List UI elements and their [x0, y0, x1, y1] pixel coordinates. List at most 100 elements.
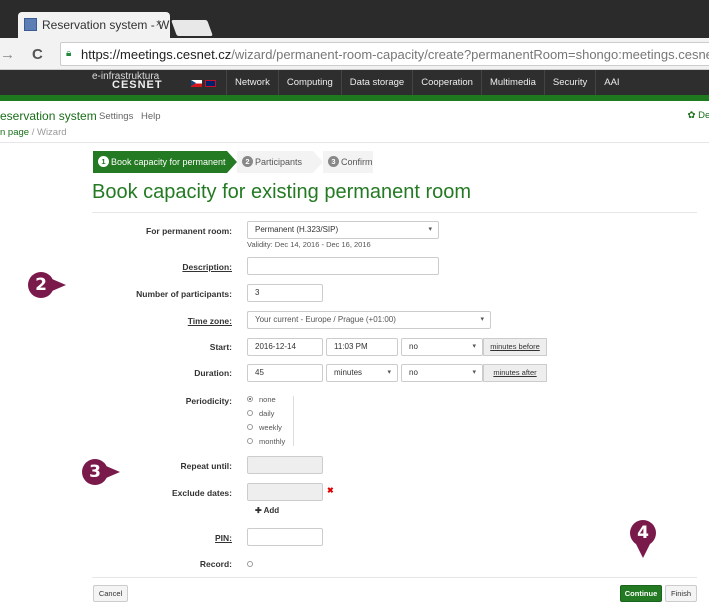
add-exclude-date-button[interactable]: ✚ Add: [255, 506, 279, 515]
browser-tab-title: Reservation system - Wiz: [42, 18, 170, 32]
radio-icon: [247, 438, 253, 445]
app-navbar: eservation system Settings Help ✿ Des: [0, 101, 709, 129]
timezone-label: Time zone:: [187, 316, 232, 326]
add-label: Add: [263, 506, 280, 515]
participants-label: Number of participants:: [136, 289, 232, 299]
cesnet-nav-item-data-storage[interactable]: Data storage: [340, 70, 412, 95]
pin-input[interactable]: [247, 528, 323, 546]
divider: [0, 142, 709, 143]
right-nav-link[interactable]: ✿ Des: [687, 110, 709, 121]
periodicity-none[interactable]: none: [247, 395, 276, 404]
duration-unit-select[interactable]: minutes: [326, 364, 398, 382]
slot-after-select[interactable]: no: [401, 364, 483, 382]
record-checkbox[interactable]: [247, 561, 253, 567]
url-path: /wizard/permanent-room-capacity/create?p…: [231, 47, 709, 62]
breadcrumb-current: Wizard: [36, 127, 67, 138]
breadcrumb-home[interactable]: n page: [0, 127, 29, 138]
step-number: 3: [328, 156, 339, 167]
periodicity-label: Periodicity:: [185, 396, 232, 406]
cesnet-nav-item-computing[interactable]: Computing: [277, 70, 341, 95]
cesnet-nav-item-network[interactable]: Network: [226, 70, 278, 95]
cesnet-nav-item-cooperation[interactable]: Cooperation: [412, 70, 481, 95]
start-label: Start:: [209, 342, 232, 352]
close-tab-icon[interactable]: ×: [156, 18, 162, 30]
cancel-button[interactable]: Cancel: [93, 585, 128, 602]
step-arrow: [227, 151, 237, 173]
divider: [293, 396, 294, 446]
plus-icon: ✚: [255, 506, 262, 515]
minutes-after-addon: minutes after: [483, 364, 547, 382]
minutes-before-addon: minutes before: [483, 338, 547, 356]
validity-text: Validity: Dec 14, 2016 - Dec 16, 2016: [247, 240, 371, 249]
timezone-select[interactable]: Your current - Europe / Prague (+01:00): [247, 311, 491, 329]
remove-icon[interactable]: ✖: [327, 486, 334, 495]
page-title: Book capacity for existing permanent roo…: [92, 181, 472, 203]
slot-before-value: no: [409, 342, 418, 351]
cesnet-nav-item-aai[interactable]: AAI: [595, 70, 627, 95]
breadcrumb: n page / Wizard: [0, 127, 67, 138]
step-number: 1: [98, 156, 109, 167]
duration-input[interactable]: 45: [247, 364, 323, 382]
permanent-room-select[interactable]: Permanent (H.323/SIP): [247, 221, 439, 239]
exclude-dates-label: Exclude dates:: [172, 488, 232, 498]
right-nav-label: Des: [698, 110, 709, 121]
url-host: https://meetings.cesnet.cz: [81, 47, 232, 62]
radio-icon: [247, 410, 253, 417]
repeat-until-input[interactable]: [247, 456, 323, 474]
timezone-value: Your current - Europe / Prague (+01:00): [255, 315, 396, 324]
cesnet-header: e-infrastruktura CESNET Network Computing…: [0, 70, 709, 95]
pin-label: PIN:: [215, 533, 232, 543]
app-brand[interactable]: eservation system: [0, 109, 97, 123]
czech-flag-icon[interactable]: [191, 80, 202, 87]
wizard-step-book-capacity[interactable]: 1 Book capacity for permanent room: [93, 151, 249, 173]
periodicity-monthly[interactable]: monthly: [247, 437, 285, 446]
description-label: Description:: [182, 262, 232, 272]
cesnet-nav-item-security[interactable]: Security: [543, 70, 595, 95]
breadcrumb-separator: /: [29, 127, 37, 138]
reload-icon[interactable]: C: [32, 46, 43, 63]
callout-marker-4: 4: [630, 520, 656, 546]
radio-label: monthly: [259, 437, 286, 446]
exclude-date-input[interactable]: [247, 483, 323, 501]
step-number: 2: [242, 156, 253, 167]
radio-icon: [247, 396, 253, 403]
step-label: Confirm: [341, 157, 373, 167]
permanent-room-value: Permanent (H.323/SIP): [255, 225, 339, 234]
periodicity-daily[interactable]: daily: [247, 409, 274, 418]
description-input[interactable]: [247, 257, 439, 275]
radio-icon: [247, 424, 253, 431]
english-flag-icon[interactable]: [205, 80, 216, 87]
logo-big-text: CESNET: [112, 79, 163, 91]
step-arrow: [313, 151, 323, 173]
lock-icon: 🔒︎: [66, 48, 72, 59]
favicon-icon: [24, 18, 37, 31]
duration-label: Duration:: [194, 368, 232, 378]
slot-before-select[interactable]: no: [401, 338, 483, 356]
periodicity-weekly[interactable]: weekly: [247, 423, 282, 432]
duration-unit-value: minutes: [334, 368, 363, 377]
cesnet-logo[interactable]: e-infrastruktura CESNET: [92, 72, 163, 91]
browser-tab[interactable]: Reservation system - Wiz ×: [18, 12, 170, 38]
participants-input[interactable]: 3: [247, 284, 323, 302]
start-date-input[interactable]: 2016-12-14: [247, 338, 323, 356]
forward-icon[interactable]: →: [0, 46, 15, 63]
cesnet-nav-item-multimedia[interactable]: Multimedia: [480, 70, 544, 95]
radio-label: weekly: [259, 423, 282, 432]
url-field[interactable]: 🔒︎ https://meetings.cesnet.cz/wizard/per…: [60, 42, 709, 66]
finish-button[interactable]: Finish: [665, 585, 697, 602]
start-time-input[interactable]: 11:03 PM: [326, 338, 398, 356]
new-tab-button[interactable]: [171, 20, 213, 36]
permanent-room-label: For permanent room:: [146, 226, 232, 236]
callout-tail: [52, 279, 66, 291]
radio-label: daily: [259, 409, 275, 418]
continue-button[interactable]: Continue: [620, 585, 662, 602]
cesnet-nav: Network Computing Data storage Cooperation M…: [226, 70, 628, 95]
wizard-step-participants[interactable]: 2 Participants: [237, 151, 313, 173]
divider: [92, 212, 697, 213]
callout-tail: [106, 466, 120, 478]
help-menu[interactable]: Help: [141, 111, 161, 122]
radio-label: none: [259, 395, 276, 404]
settings-menu[interactable]: Settings: [99, 111, 133, 122]
wizard-step-confirm[interactable]: 3 Confirm: [323, 151, 373, 173]
repeat-until-label: Repeat until:: [180, 461, 232, 471]
